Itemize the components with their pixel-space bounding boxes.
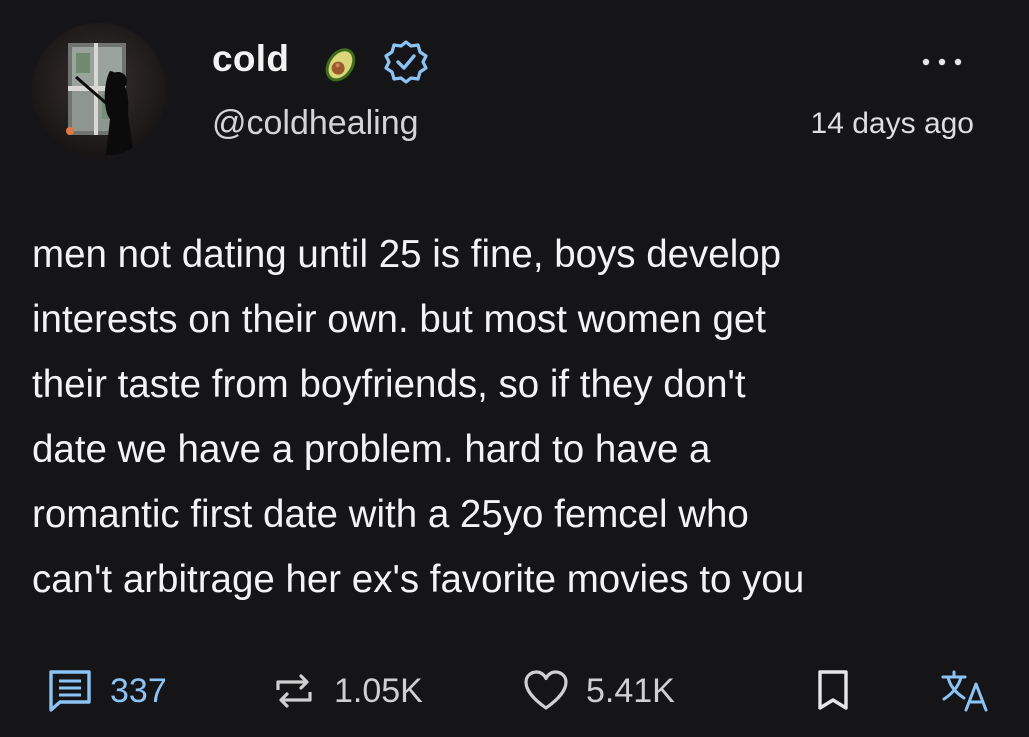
comment-icon [49, 670, 91, 712]
bookmark-button[interactable] [815, 668, 851, 714]
comments-count: 337 [110, 671, 167, 710]
display-name[interactable]: cold [212, 38, 289, 80]
more-options-button[interactable] [912, 50, 972, 74]
translate-icon [941, 670, 988, 712]
avatar[interactable] [32, 23, 166, 157]
bookmark-icon [818, 670, 848, 710]
post-line: their taste from boyfriends, so if they … [32, 363, 746, 406]
repost-button[interactable]: 1.05K [270, 668, 423, 714]
likes-count: 5.41K [586, 671, 675, 710]
more-icon [922, 58, 962, 66]
post-line: can't arbitrage her ex's favorite movies… [32, 558, 805, 601]
post-line: romantic first date with a 25yo femcel w… [32, 493, 749, 536]
avocado-icon [317, 38, 365, 86]
reposts-count: 1.05K [334, 671, 423, 710]
post-card: cold @coldhealing 14 days ago men not da… [0, 0, 1029, 737]
repost-icon [276, 674, 312, 708]
verified-badge-icon [382, 38, 430, 86]
post-line: date we have a problem. hard to have a [32, 428, 711, 471]
post-line: interests on their own. but most women g… [32, 298, 767, 341]
heart-icon [524, 670, 568, 710]
post-body: men not dating until 25 is fine, boys de… [32, 222, 992, 612]
post-timestamp: 14 days ago [810, 107, 974, 140]
author-handle[interactable]: @coldhealing [212, 104, 419, 143]
comments-button[interactable]: 337 [46, 668, 167, 714]
translate-button[interactable] [940, 668, 992, 714]
post-line: men not dating until 25 is fine, boys de… [32, 233, 782, 276]
like-button[interactable]: 5.41K [522, 668, 675, 714]
